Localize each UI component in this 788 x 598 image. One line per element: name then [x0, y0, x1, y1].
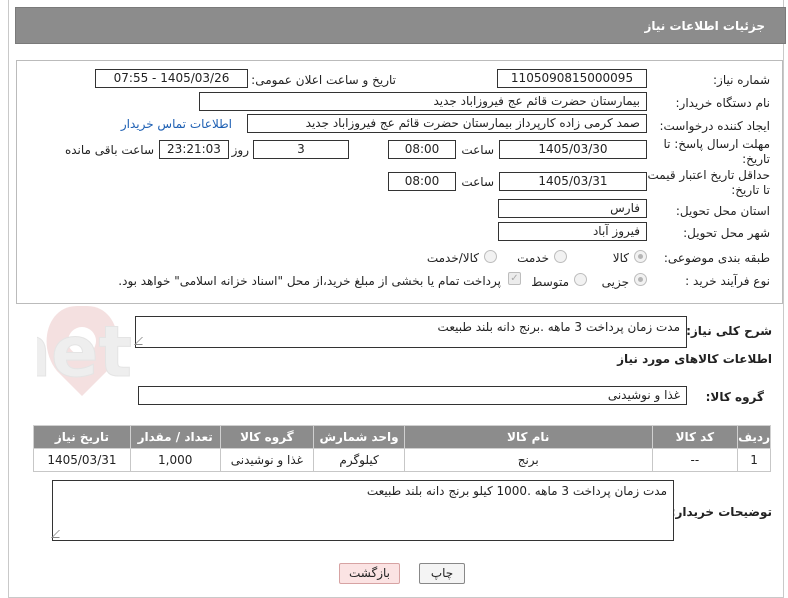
resize-handle-icon[interactable]	[134, 337, 150, 345]
description-label: شرح کلی نیاز:	[686, 324, 772, 338]
goods-group-label: گروه کالا:	[705, 390, 764, 404]
cell-group: غذا و نوشیدنی	[219, 448, 315, 472]
cell-need-date: 1405/03/31	[33, 448, 131, 472]
description-field: مدت زمان پرداخت 3 ماهه .برنج دانه بلند ط…	[134, 316, 687, 348]
announce-datetime-label: تاریخ و ساعت اعلان عمومی:	[251, 73, 396, 87]
reply-deadline-label: مهلت ارسال پاسخ: تا تاریخ:	[660, 137, 770, 167]
cell-name: برنج	[403, 448, 653, 472]
category-radio-service[interactable]	[554, 250, 567, 263]
treasury-payment-note: پرداخت تمام یا بخشی از مبلغ خرید،از محل …	[118, 274, 501, 288]
buyer-org-label: نام دستگاه خریدار:	[675, 96, 771, 110]
col-need-date: تاریخ نیاز	[33, 425, 131, 449]
category-radio-goods[interactable]	[634, 250, 647, 263]
details-panel: AriaTender.net شماره نیاز: 1105090815000…	[16, 60, 783, 396]
cell-code: --	[651, 448, 739, 472]
price-validity-date: 1405/03/31	[499, 172, 647, 191]
price-time-label: ساعت	[461, 175, 494, 189]
process-radio-minor[interactable]	[634, 273, 647, 286]
description-text: مدت زمان پرداخت 3 ماهه .برنج دانه بلند ط…	[437, 320, 680, 334]
delivery-province-label: استان محل تحویل:	[675, 204, 770, 218]
need-number-field: 1105090815000095	[497, 69, 647, 88]
buyer-notes-text: مدت زمان پرداخت 3 ماهه .1000 کیلو برنج د…	[366, 484, 667, 498]
category-option-service: خدمت	[517, 251, 549, 265]
category-option-both: کالا/خدمت	[426, 251, 479, 265]
price-validity-label: حداقل تاریخ اعتبار قیمت: تا تاریخ:	[640, 168, 770, 198]
category-option-goods: کالا	[612, 251, 629, 265]
process-option-minor: جزیی	[601, 275, 629, 289]
col-unit: واحد شمارش	[313, 425, 405, 449]
resize-handle-icon[interactable]	[51, 530, 67, 538]
buyer-notes-field: مدت زمان پرداخت 3 ماهه .1000 کیلو برنج د…	[51, 480, 674, 541]
table-row: 1 -- برنج کیلوگرم غذا و نوشیدنی 1,000 14…	[33, 448, 771, 472]
cell-unit: کیلوگرم	[313, 448, 405, 472]
reply-deadline-date: 1405/03/30	[499, 140, 647, 159]
cell-row: 1	[737, 448, 771, 472]
col-group: گروه کالا	[219, 425, 315, 449]
page-title: جزئیات اطلاعات نیاز	[644, 19, 765, 33]
buyer-contact-link[interactable]: اطلاعات تماس خریدار	[121, 117, 232, 131]
treasury-payment-checkbox[interactable]: ✓	[508, 272, 521, 285]
reply-deadline-label-text: مهلت ارسال پاسخ: تا تاریخ:	[663, 137, 770, 166]
col-row: ردیف	[737, 425, 771, 449]
col-name: نام کالا	[403, 425, 653, 449]
col-code: کد کالا	[651, 425, 739, 449]
announce-datetime-field: 1405/03/26 - 07:55	[95, 69, 248, 88]
need-number-label: شماره نیاز:	[713, 73, 770, 87]
reply-days-field: 3	[253, 140, 349, 159]
delivery-city-field: فیروز آباد	[498, 222, 647, 241]
back-button[interactable]: بازگشت	[339, 563, 400, 584]
requester-label: ایجاد کننده درخواست:	[659, 119, 770, 133]
reply-time-label: ساعت	[461, 143, 494, 157]
cell-quantity: 1,000	[129, 448, 221, 472]
buyer-org-field: بیمارستان حضرت قائم عج فیروزاباد جدید	[199, 92, 647, 111]
col-quantity: تعداد / مقدار	[129, 425, 221, 449]
page-header: جزئیات اطلاعات نیاز	[15, 7, 786, 44]
process-option-medium: متوسط	[531, 275, 569, 289]
delivery-city-label: شهر محل تحویل:	[683, 226, 770, 240]
process-radio-medium[interactable]	[574, 273, 587, 286]
goods-section-title: اطلاعات کالاهای مورد نیاز	[617, 352, 772, 366]
remaining-time-label: ساعت باقی مانده	[64, 143, 154, 157]
requester-field: صمد کرمی زاده کارپرداز بیمارستان حضرت قا…	[247, 114, 647, 133]
goods-table-header: ردیف کد کالا نام کالا واحد شمارش گروه کا…	[33, 425, 771, 449]
category-label: طبقه بندی موضوعی:	[663, 251, 770, 265]
goods-group-field: غذا و نوشیدنی	[138, 386, 687, 405]
buyer-notes-label: توضیحات خریدار:	[670, 505, 772, 519]
price-validity-label-text: حداقل تاریخ اعتبار قیمت: تا تاریخ:	[643, 168, 770, 197]
delivery-province-field: فارس	[498, 199, 647, 218]
category-radio-both[interactable]	[484, 250, 497, 263]
reply-deadline-time: 08:00	[388, 140, 456, 159]
price-validity-time: 08:00	[388, 172, 456, 191]
process-type-label: نوع فرآیند خرید :	[685, 274, 770, 288]
goods-table: ردیف کد کالا نام کالا واحد شمارش گروه کا…	[33, 425, 771, 472]
print-button[interactable]: چاپ	[419, 563, 465, 584]
remaining-time-field: 23:21:03	[159, 140, 229, 159]
